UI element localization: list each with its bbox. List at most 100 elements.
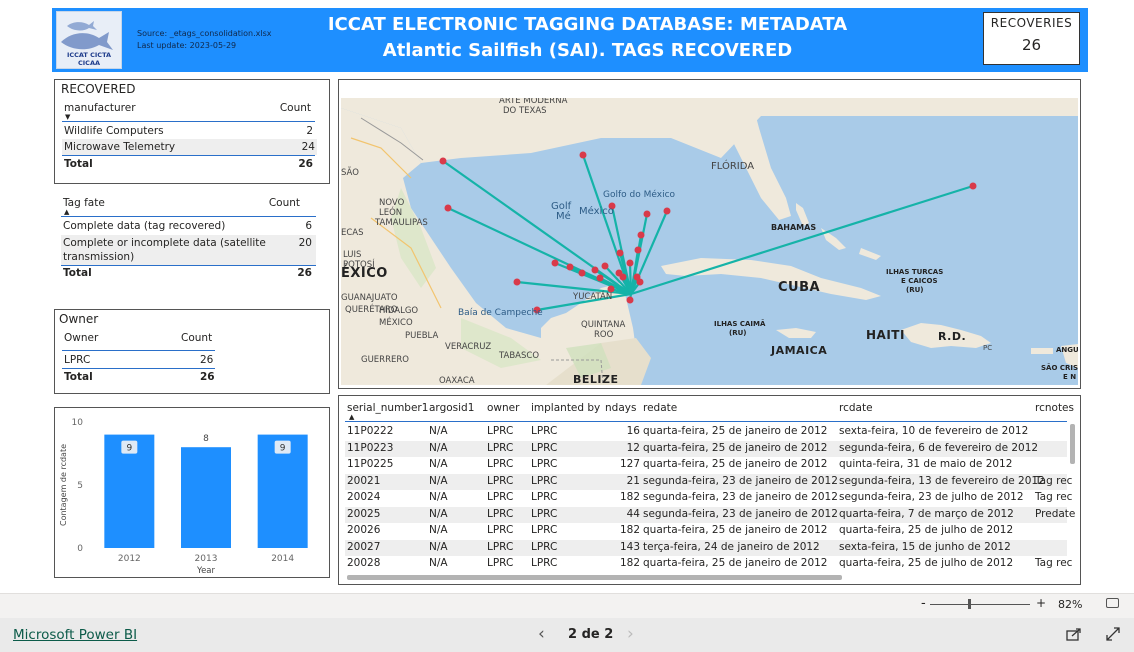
table-total-row: Total 26	[64, 371, 215, 383]
table-cell: 12	[626, 441, 640, 454]
tag-map[interactable]: ARTE MODERNA DO TEXAS FLÓRIDA Golfo do M…	[341, 98, 1078, 385]
recovery-point[interactable]	[551, 259, 559, 267]
vertical-scrollbar[interactable]	[1070, 424, 1075, 464]
table-row[interactable]: 11P0222 N/A LPRC LPRC 16 quarta-feira, 25 de …	[345, 424, 1067, 440]
recovery-point[interactable]	[566, 263, 574, 271]
map-label: Golfo do México	[603, 190, 676, 200]
recovery-point[interactable]	[969, 182, 977, 190]
recovery-point[interactable]	[601, 262, 609, 270]
map-label: SÃO	[341, 168, 359, 178]
recovery-point[interactable]	[578, 269, 586, 277]
tags-table[interactable]: serial_number1 argosid1 owner implanted …	[341, 398, 1078, 583]
fullscreen-icon[interactable]	[1106, 626, 1120, 645]
table-row[interactable]: 20028 N/A LPRC LPRC 182 quarta-feira, 25 de j…	[345, 556, 1072, 572]
zoom-slider-thumb[interactable]	[968, 599, 971, 609]
sort-desc-icon[interactable]: ▼	[65, 113, 70, 121]
fit-to-page-icon[interactable]	[1106, 598, 1119, 608]
table-header[interactable]: manufacturer Count	[55, 100, 329, 116]
table-cell: N/A	[429, 557, 448, 569]
table-cell: sexta-feira, 15 de junho de 2012	[839, 540, 1011, 553]
recovery-point[interactable]	[444, 204, 452, 212]
map-label: SÃO CRIST	[1041, 364, 1078, 372]
table-row[interactable]: 11P0225 N/A LPRC LPRC 127 quarta-feira, 25 de…	[345, 457, 1067, 473]
x-tick-label: 2014	[271, 554, 294, 564]
table-cell: 20021	[347, 474, 381, 487]
owner-panel[interactable]: Owner Owner Count LPRC 26 Total 26	[54, 309, 330, 394]
recovery-point[interactable]	[637, 231, 645, 239]
recovery-point[interactable]	[596, 274, 604, 282]
table-cell: Predate	[1035, 507, 1076, 520]
table-row[interactable]: 20025 N/A LPRC LPRC 44 segunda-feira, 23 de j…	[345, 506, 1075, 523]
recovery-point[interactable]	[634, 246, 642, 254]
col-rcnotes[interactable]: rcnotes	[1035, 402, 1074, 414]
map-label: CUBA	[778, 280, 821, 295]
table-cell: segunda-feira, 6 de fevereiro de 2012	[839, 441, 1039, 454]
table-cell: LPRC	[531, 557, 558, 569]
recoveries-by-year-chart[interactable]: 0 5 10 Contagem de rcdate 2012 9 2013 8 2014 9 Yea…	[54, 407, 330, 578]
recovery-point[interactable]	[591, 266, 599, 274]
map-label: BAHAMAS	[771, 223, 817, 232]
col-serial[interactable]: serial_number1	[347, 402, 428, 414]
zoom-out-button[interactable]: -	[921, 596, 926, 611]
recovery-point[interactable]	[636, 278, 644, 286]
table-cell: 16	[626, 425, 640, 437]
next-page-button[interactable]: ›	[627, 624, 634, 644]
map-label: LUIS	[343, 250, 362, 260]
recovery-point[interactable]	[626, 259, 634, 267]
zoom-slider[interactable]	[930, 604, 1030, 605]
map-label: QUINTANA	[581, 320, 626, 330]
table-row[interactable]: Complete data (tag recovered) 6	[54, 218, 330, 234]
table-cell: quarta-feira, 25 de janeiro de 2012	[643, 557, 828, 569]
col-rcdate[interactable]: rcdate	[839, 402, 873, 414]
prev-page-button[interactable]: ‹	[538, 624, 545, 644]
recovery-point[interactable]	[663, 207, 671, 215]
table-cell: sexta-feira, 10 de fevereiro de 2012	[839, 425, 1029, 437]
table-row[interactable]: LPRC 26	[55, 352, 329, 368]
table-cell: segunda-feira, 23 de janeiro de 2012	[643, 507, 838, 520]
table-cell: 44	[626, 507, 640, 520]
zoom-in-button[interactable]: +	[1036, 596, 1046, 610]
table-row[interactable]: Complete or incomplete data (satellite t…	[61, 235, 316, 265]
powerbi-link[interactable]: Microsoft Power BI	[13, 627, 137, 643]
table-cell: quarta-feira, 25 de janeiro de 2012	[643, 524, 828, 536]
table-cell: N/A	[429, 474, 448, 487]
col-ndays[interactable]: ndays	[605, 402, 636, 414]
map-label: ILHAS CAIMÃ	[714, 320, 766, 328]
sort-asc-icon[interactable]: ▲	[64, 208, 69, 216]
recovery-point[interactable]	[626, 296, 634, 304]
table-cell: segunda-feira, 13 de fevereiro de 2012	[839, 474, 1045, 487]
share-icon[interactable]	[1066, 626, 1082, 645]
table-row[interactable]: 20024 N/A LPRC LPRC 182 segunda-feira, 23 de …	[345, 490, 1072, 506]
report-subtitle: Atlantic Sailfish (SAI). TAGS RECOVERED	[382, 40, 793, 61]
manufacturer-panel[interactable]: RECOVERED manufacturer Count ▼ Wildlife …	[54, 79, 330, 184]
table-header[interactable]: Owner Count	[55, 330, 329, 346]
zoom-level: 82%	[1058, 598, 1083, 611]
recoveries-card[interactable]: RECOVERIES 26	[983, 12, 1080, 65]
col-implanted[interactable]: implanted by	[531, 402, 600, 414]
sort-asc-icon[interactable]: ▲	[349, 413, 354, 421]
col-redate[interactable]: redate	[643, 402, 677, 414]
map-label: E CAICOS	[901, 277, 938, 285]
table-row[interactable]: Wildlife Computers 2	[55, 123, 329, 139]
col-argosid[interactable]: argosid1	[429, 402, 474, 414]
recovery-point[interactable]	[619, 273, 627, 281]
table-row[interactable]: 11P0223 N/A LPRC LPRC 12 quarta-feira, 25 de …	[345, 440, 1067, 457]
recovery-point[interactable]	[439, 157, 447, 165]
table-row[interactable]: 20021 N/A LPRC LPRC 21 segunda-feira, 23 de j…	[345, 473, 1072, 490]
horizontal-scrollbar[interactable]	[347, 575, 842, 580]
table-row[interactable]: 20026 N/A LPRC LPRC 182 quarta-feira, 25 de j…	[345, 523, 1067, 539]
table-header[interactable]: Tag fate Count	[54, 195, 330, 211]
zoom-bar	[0, 593, 1134, 618]
recovery-point[interactable]	[643, 210, 651, 218]
col-owner[interactable]: owner	[487, 402, 519, 414]
recovery-point[interactable]	[579, 151, 587, 159]
table-row[interactable]: Microwave Telemetry 24	[62, 139, 317, 155]
bar-chart-svg: 0 5 10 Contagem de rcdate 2012 9 2013 8 2014 9 Yea…	[59, 418, 308, 576]
table-row[interactable]: 20027 N/A LPRC LPRC 143 terça-feira, 24 de ja…	[345, 539, 1067, 556]
table-cell: quarta-feira, 25 de janeiro de 2012	[643, 441, 828, 454]
table-cell: N/A	[429, 507, 448, 520]
recovery-point[interactable]	[616, 249, 624, 257]
tag-fate-panel[interactable]: Tag fate Count ▲ Complete data (tag reco…	[54, 190, 330, 288]
table-cell: quarta-feira, 25 de janeiro de 2012	[643, 425, 828, 437]
recovery-point[interactable]	[513, 278, 521, 286]
